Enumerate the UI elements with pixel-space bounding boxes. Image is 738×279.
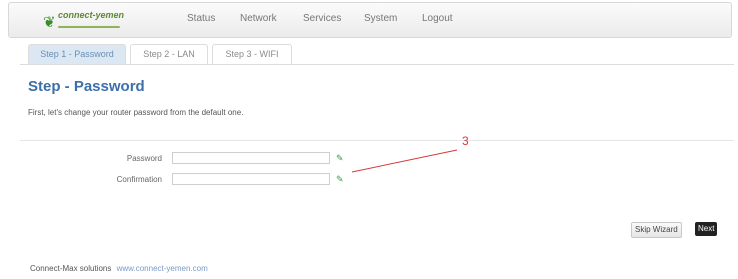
footer-text: Connect-Max solutions (30, 264, 112, 273)
annotation-line (351, 149, 458, 173)
next-button[interactable]: Next (695, 222, 718, 236)
footer-link[interactable]: www.connect-yemen.com (117, 264, 208, 273)
skip-wizard-button[interactable]: Skip Wizard (631, 222, 682, 238)
footer: Connect-Max solutions www.connect-yemen.… (30, 264, 208, 273)
